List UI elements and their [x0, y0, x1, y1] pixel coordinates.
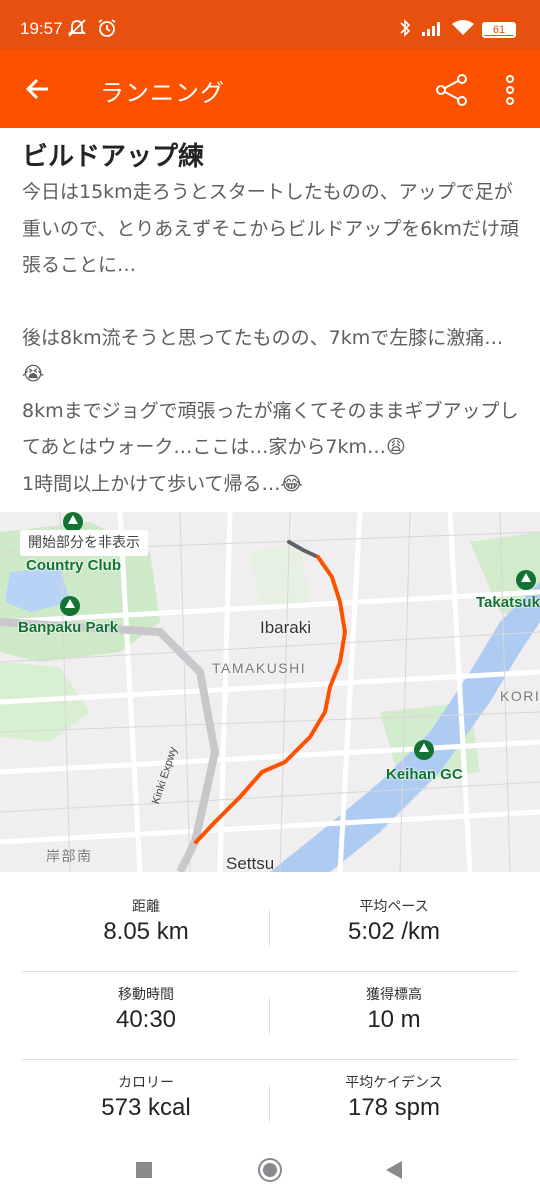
stat-label: 移動時間 [118, 987, 174, 1003]
park-marker-icon [414, 740, 434, 760]
back-arrow-icon[interactable] [18, 69, 58, 109]
bluetooth-icon [400, 19, 411, 37]
more-vertical-icon[interactable] [496, 70, 524, 110]
wifi-icon [452, 20, 474, 35]
system-nav-bar [0, 1140, 540, 1200]
stat-calories: カロリー 573 kcal [22, 1060, 270, 1148]
stat-label: 平均ケイデンス [345, 1075, 443, 1091]
map-label-settsu: Settsu [226, 854, 275, 872]
hide-start-toggle[interactable]: 開始部分を非表示 [20, 530, 148, 556]
stat-elevation-gain: 獲得標高 10 m [270, 972, 518, 1060]
page-title: ランニング [100, 79, 225, 107]
stat-label: カロリー [118, 1075, 174, 1091]
stats-row: カロリー 573 kcal 平均ケイデンス 178 spm [22, 1060, 518, 1148]
map-label-takatsuki: Takatsuk [476, 594, 540, 611]
stat-value: 10 m [367, 1006, 421, 1033]
alarm-icon [98, 19, 116, 37]
park-area [250, 542, 310, 607]
activity-description: 今日は15km走ろうとスタートしたものの、アップで足が重いので、とりあえずそこか… [22, 174, 522, 502]
park-marker-icon [63, 512, 83, 532]
map-label-banpaku-park: Banpaku Park [18, 619, 119, 636]
stats-grid: 距離 8.05 km 平均ペース 5:02 /km 移動時間 40:30 獲得標… [22, 884, 518, 1148]
status-time: 19:57 [20, 19, 63, 38]
stat-value: 178 spm [347, 1094, 441, 1121]
stats-row: 距離 8.05 km 平均ペース 5:02 /km [22, 884, 518, 972]
stat-label: 平均ペース [359, 899, 429, 915]
battery-level: 61 [484, 23, 514, 36]
stat-distance: 距離 8.05 km [22, 884, 270, 972]
map-label-tamakushi: TAMAKUSHI [212, 660, 307, 676]
app-bar: ランニング [0, 50, 540, 128]
stat-value: 8.05 km [103, 918, 189, 945]
stat-moving-time: 移動時間 40:30 [22, 972, 270, 1060]
description-paragraph: 後は8km流そうと思ってたものの、7kmで左膝に激痛…😭 [22, 326, 504, 386]
park-marker-icon [516, 570, 536, 590]
stat-value: 573 kcal [101, 1094, 191, 1121]
stats-row: 移動時間 40:30 獲得標高 10 m [22, 972, 518, 1060]
park-marker-icon [60, 596, 80, 616]
home-icon[interactable] [254, 1154, 286, 1186]
map-label-kori: KORI [500, 688, 540, 704]
map-label-country-club: Country Club [26, 557, 121, 574]
stat-average-cadence: 平均ケイデンス 178 spm [270, 1060, 518, 1148]
route-map[interactable]: 開始部分を非表示 Country Club Banpaku Park Ibara… [0, 512, 540, 872]
stat-value: 40:30 [115, 1006, 177, 1033]
mute-icon [67, 19, 87, 37]
map-label-ibaraki: Ibaraki [260, 618, 312, 637]
battery-icon: 61 [482, 22, 516, 38]
map-label-keihan-gc: Keihan GC [386, 766, 463, 783]
stat-label: 獲得標高 [366, 987, 422, 1003]
description-paragraph: 1時間以上かけて歩いて帰る…😂 [22, 472, 303, 495]
stat-average-pace: 平均ペース 5:02 /km [270, 884, 518, 972]
stat-value: 5:02 /km [347, 918, 441, 945]
back-nav-icon[interactable] [378, 1154, 410, 1186]
share-icon[interactable] [432, 70, 472, 110]
description-paragraph: 今日は15km走ろうとスタートしたものの、アップで足が重いので、とりあえずそこか… [22, 181, 519, 276]
map-label-kishibe-minami: 岸部南 [46, 848, 93, 864]
stat-label: 距離 [132, 899, 160, 915]
status-bar: 19:57 61 [0, 0, 540, 50]
description-paragraph: 8kmまでジョグで頑張ったが痛くてそのままギブアップしてあとはウォーク…ここは…… [22, 399, 519, 459]
signal-icon [422, 22, 440, 36]
activity-title: ビルドアップ練 [22, 142, 205, 172]
recent-apps-icon[interactable] [128, 1154, 160, 1186]
